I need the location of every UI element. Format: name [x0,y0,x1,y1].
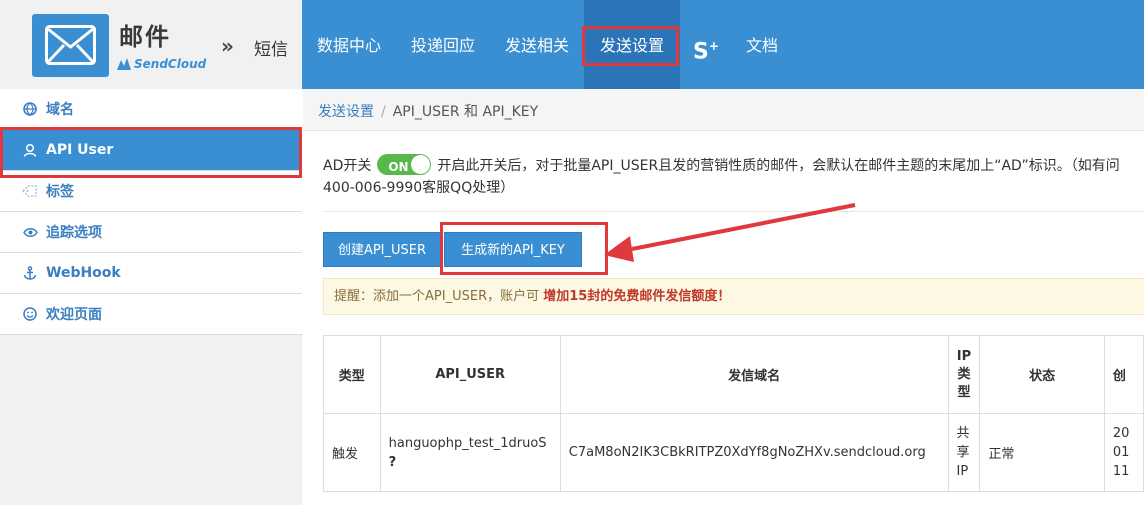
smile-icon [22,307,38,321]
nav-delivery-response[interactable]: 投递回应 [411,0,475,89]
tag-icon [22,184,38,198]
double-chevron-icon[interactable]: » [221,34,234,58]
brand-subtitle: SendCloud [117,57,206,71]
envelope-icon [45,25,96,65]
sidebar-item-label: 标签 [46,184,74,200]
sidebar-item-welcome[interactable]: 欢迎页面 [0,294,302,335]
nav-send-settings[interactable]: 发送设置 [584,0,680,89]
ad-description: 开启此开关后，对于批量API_USER且发的营销性质的邮件，会默认在邮件主题的末… [437,158,1120,174]
sidebar-item-api-user[interactable]: API User [0,130,302,171]
sidebar-empty-area [0,336,302,505]
sidebar-item-label: API User [46,142,114,158]
sendcloud-logo-icon [117,58,131,70]
nav-s-label: S [693,39,709,65]
app-root: 邮件 SendCloud » 短信 数据中心 投递回应 发送相关 发送设置 S+… [0,0,1144,505]
nav-docs[interactable]: 文档 [746,0,778,89]
sidebar: 域名 API User 标签 追踪选项 WebHook 欢迎页面 [0,89,302,505]
create-api-user-button[interactable]: 创建API_USER [323,232,441,267]
ad-toggle[interactable]: ON [377,154,432,175]
sidebar-item-label: 欢迎页面 [46,307,102,323]
ad-switch-row: AD开关 ON 开启此开关后，对于批量API_USER且发的营销性质的邮件，会默认在… [323,154,1144,199]
brand-title: 邮件 [119,23,171,51]
col-status: 状态 [979,335,1105,414]
anchor-icon [22,266,38,280]
nav-data-center[interactable]: 数据中心 [317,0,381,89]
toggle-knob [411,155,431,174]
mail-logo[interactable] [32,14,109,77]
cell-type: 触发 [323,413,381,492]
sidebar-item-tracking[interactable]: 追踪选项 [0,212,302,253]
table-header-row: 类型 API_USER 发信域名 IP类型 状态 创 [323,335,1144,414]
sidebar-item-label: 追踪选项 [46,225,102,241]
nav-send-related[interactable]: 发送相关 [505,0,569,89]
eye-icon [22,227,38,238]
breadcrumb-current: API_USER 和 API_KEY [392,104,539,120]
breadcrumb-separator: / [381,104,386,120]
sms-link[interactable]: 短信 [254,35,288,60]
notice-text: 添加一个API_USER，账户可 [373,289,540,304]
brand-area: 邮件 SendCloud » 短信 [0,0,302,89]
col-ip-type: IP类型 [947,335,981,414]
brand-sub-text: SendCloud [134,57,207,71]
top-nav: 数据中心 投递回应 发送相关 发送设置 S+ 文档 [302,0,1144,89]
col-api-user: API_USER [379,335,561,414]
col-created: 创 [1103,335,1144,414]
breadcrumb-bar: 发送设置 / API_USER 和 API_KEY [303,89,1144,131]
generate-api-key-button[interactable]: 生成新的API_KEY [444,232,582,267]
cell-ip-type: 共享IP [947,413,981,492]
notice-prefix: 提醒： [334,289,374,304]
notice-strong: 增加15封的免费邮件发信额度！ [543,289,731,304]
notice-banner: 提醒：添加一个API_USER，账户可 增加15封的免费邮件发信额度！ [323,278,1144,315]
sidebar-item-label: WebHook [46,265,121,281]
api-user-value: hanguophp_test_1druoS [388,435,547,451]
globe-icon [22,102,38,116]
cell-status: 正常 [979,413,1105,492]
divider [323,211,1144,212]
table-row[interactable]: 触发 hanguophp_test_1druoS? C7aM8oN2IK3CBk… [323,413,1144,492]
nav-s-plus[interactable]: S+ [693,0,719,89]
ad-description-cont: 400-006-9990客服QQ处理） [323,180,515,196]
user-icon [22,143,38,157]
col-type: 类型 [323,335,381,414]
api-user-table: 类型 API_USER 发信域名 IP类型 状态 创 触发 hanguophp_… [323,335,1144,492]
ad-switch-label: AD开关 [323,158,372,174]
ad-toggle-label: ON [388,160,409,174]
sidebar-item-tags[interactable]: 标签 [0,171,302,212]
plus-icon: + [708,39,719,53]
sidebar-item-domain[interactable]: 域名 [0,89,302,130]
api-user-tail: ? [388,454,397,470]
breadcrumb: 发送设置 / API_USER 和 API_KEY [318,101,538,121]
sidebar-item-label: 域名 [46,102,74,118]
cell-created: 20 01 11 [1103,413,1144,492]
sidebar-item-webhook[interactable]: WebHook [0,253,302,294]
cell-api-user: hanguophp_test_1druoS? [379,413,561,492]
cell-domain: C7aM8oN2IK3CBkRITPZ0XdYf8gNoZHXv.sendclo… [559,413,949,492]
breadcrumb-parent-link[interactable]: 发送设置 [318,104,374,120]
col-domain: 发信域名 [559,335,949,414]
